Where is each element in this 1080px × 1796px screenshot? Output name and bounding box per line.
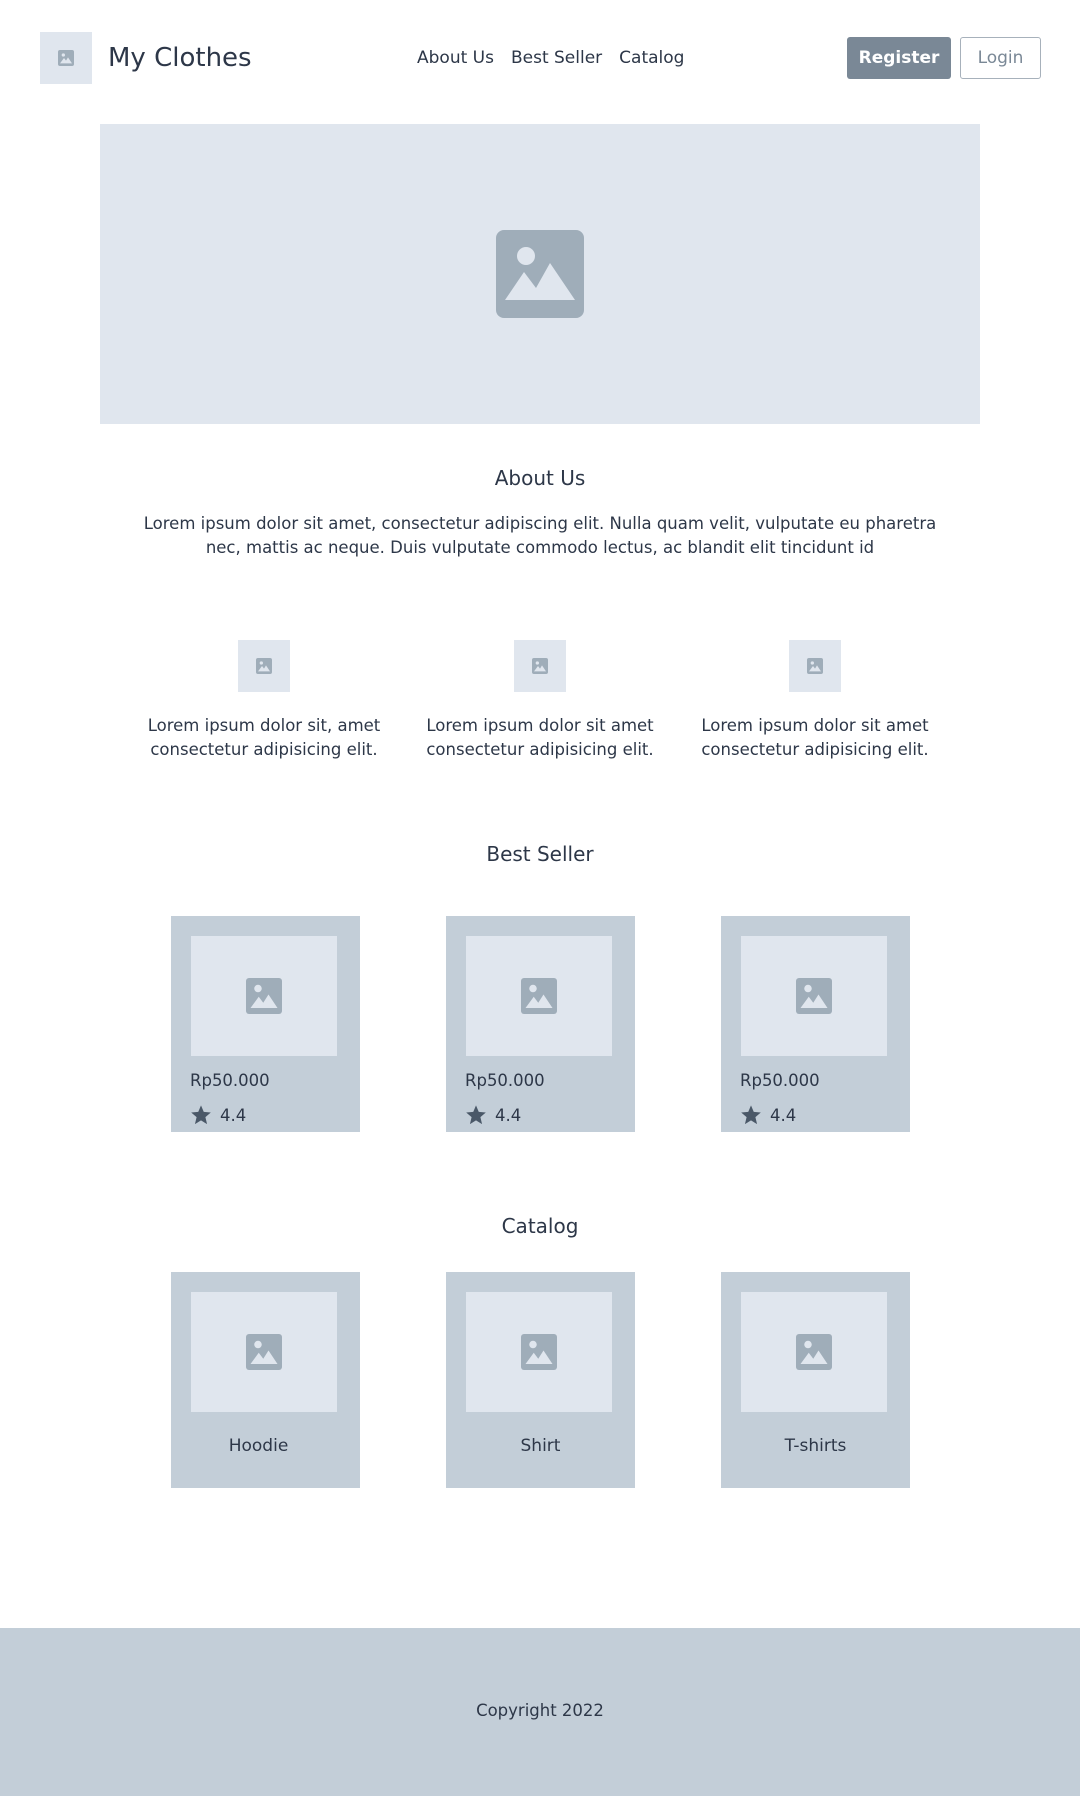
feature-text-line: consectetur adipisicing elit. <box>150 740 378 759</box>
feature-text: Lorem ipsum dolor sit, amet consectetur … <box>134 714 394 762</box>
product-image <box>466 936 612 1056</box>
star-icon <box>741 1105 761 1125</box>
rating-value: 4.4 <box>220 1105 247 1125</box>
image-placeholder-icon <box>256 658 272 674</box>
image-placeholder-icon <box>807 658 823 674</box>
image-placeholder-icon <box>532 658 548 674</box>
feature-image <box>238 640 290 692</box>
feature-image <box>789 640 841 692</box>
product-rating: 4.4 <box>465 1104 521 1126</box>
catalog-label: T-shirts <box>784 1436 847 1456</box>
feature-text-line: Lorem ipsum dolor sit, amet <box>147 716 381 735</box>
image-placeholder-icon <box>496 230 584 318</box>
about-us-title: About Us <box>494 466 586 490</box>
image-placeholder-icon <box>521 978 557 1014</box>
product-rating: 4.4 <box>190 1104 246 1126</box>
rating-value: 4.4 <box>495 1105 522 1125</box>
feature-item: Lorem ipsum dolor sit amet consectetur a… <box>685 640 945 762</box>
image-placeholder-icon <box>796 1334 832 1370</box>
feature-text-line: consectetur adipisicing elit. <box>701 740 929 759</box>
site-header: My Clothes About Us Best Seller Catalog … <box>0 0 1080 115</box>
feature-text-line: consectetur adipisicing elit. <box>426 740 654 759</box>
nav-link-catalog[interactable]: Catalog <box>619 46 684 70</box>
logo[interactable] <box>40 32 92 84</box>
site-footer: Copyright 2022 <box>0 1628 1080 1796</box>
product-price: Rp50.000 <box>190 1071 270 1090</box>
catalog-label: Hoodie <box>228 1436 289 1456</box>
catalog-card-t-shirts[interactable]: T-shirts <box>721 1272 910 1488</box>
brand-name[interactable]: My Clothes <box>108 40 252 76</box>
catalog-card-shirt[interactable]: Shirt <box>446 1272 635 1488</box>
feature-item: Lorem ipsum dolor sit, amet consectetur … <box>134 640 394 762</box>
image-placeholder-icon <box>58 50 74 66</box>
nav-link-best-seller[interactable]: Best Seller <box>511 46 602 70</box>
login-button[interactable]: Login <box>960 37 1041 79</box>
catalog-image <box>466 1292 612 1412</box>
nav-link-about-us[interactable]: About Us <box>417 46 494 70</box>
image-placeholder-icon <box>246 978 282 1014</box>
star-icon <box>191 1105 211 1125</box>
product-price: Rp50.000 <box>465 1071 545 1090</box>
product-image <box>191 936 337 1056</box>
copyright-text: Copyright 2022 <box>476 1701 604 1720</box>
feature-text-line: Lorem ipsum dolor sit amet <box>426 716 654 735</box>
catalog-label: Shirt <box>520 1436 561 1456</box>
catalog-image <box>191 1292 337 1412</box>
catalog-card-hoodie[interactable]: Hoodie <box>171 1272 360 1488</box>
product-rating: 4.4 <box>740 1104 796 1126</box>
image-placeholder-icon <box>796 978 832 1014</box>
feature-image <box>514 640 566 692</box>
feature-text: Lorem ipsum dolor sit amet consectetur a… <box>685 714 945 762</box>
image-placeholder-icon <box>521 1334 557 1370</box>
hero-banner <box>100 124 980 424</box>
product-card[interactable]: Rp50.000 4.4 <box>721 916 910 1132</box>
product-card[interactable]: Rp50.000 4.4 <box>446 916 635 1132</box>
main-nav: About Us Best Seller Catalog <box>417 46 684 70</box>
feature-item: Lorem ipsum dolor sit amet consectetur a… <box>410 640 670 762</box>
product-price: Rp50.000 <box>740 1071 820 1090</box>
image-placeholder-icon <box>246 1334 282 1370</box>
star-icon <box>466 1105 486 1125</box>
catalog-title: Catalog <box>501 1214 579 1238</box>
feature-text: Lorem ipsum dolor sit amet consectetur a… <box>410 714 670 762</box>
product-card[interactable]: Rp50.000 4.4 <box>171 916 360 1132</box>
feature-text-line: Lorem ipsum dolor sit amet <box>701 716 929 735</box>
best-seller-title: Best Seller <box>486 842 594 866</box>
product-image <box>741 936 887 1056</box>
about-us-description: Lorem ipsum dolor sit amet, consectetur … <box>143 514 937 557</box>
rating-value: 4.4 <box>770 1105 797 1125</box>
catalog-image <box>741 1292 887 1412</box>
register-button[interactable]: Register <box>847 37 951 79</box>
